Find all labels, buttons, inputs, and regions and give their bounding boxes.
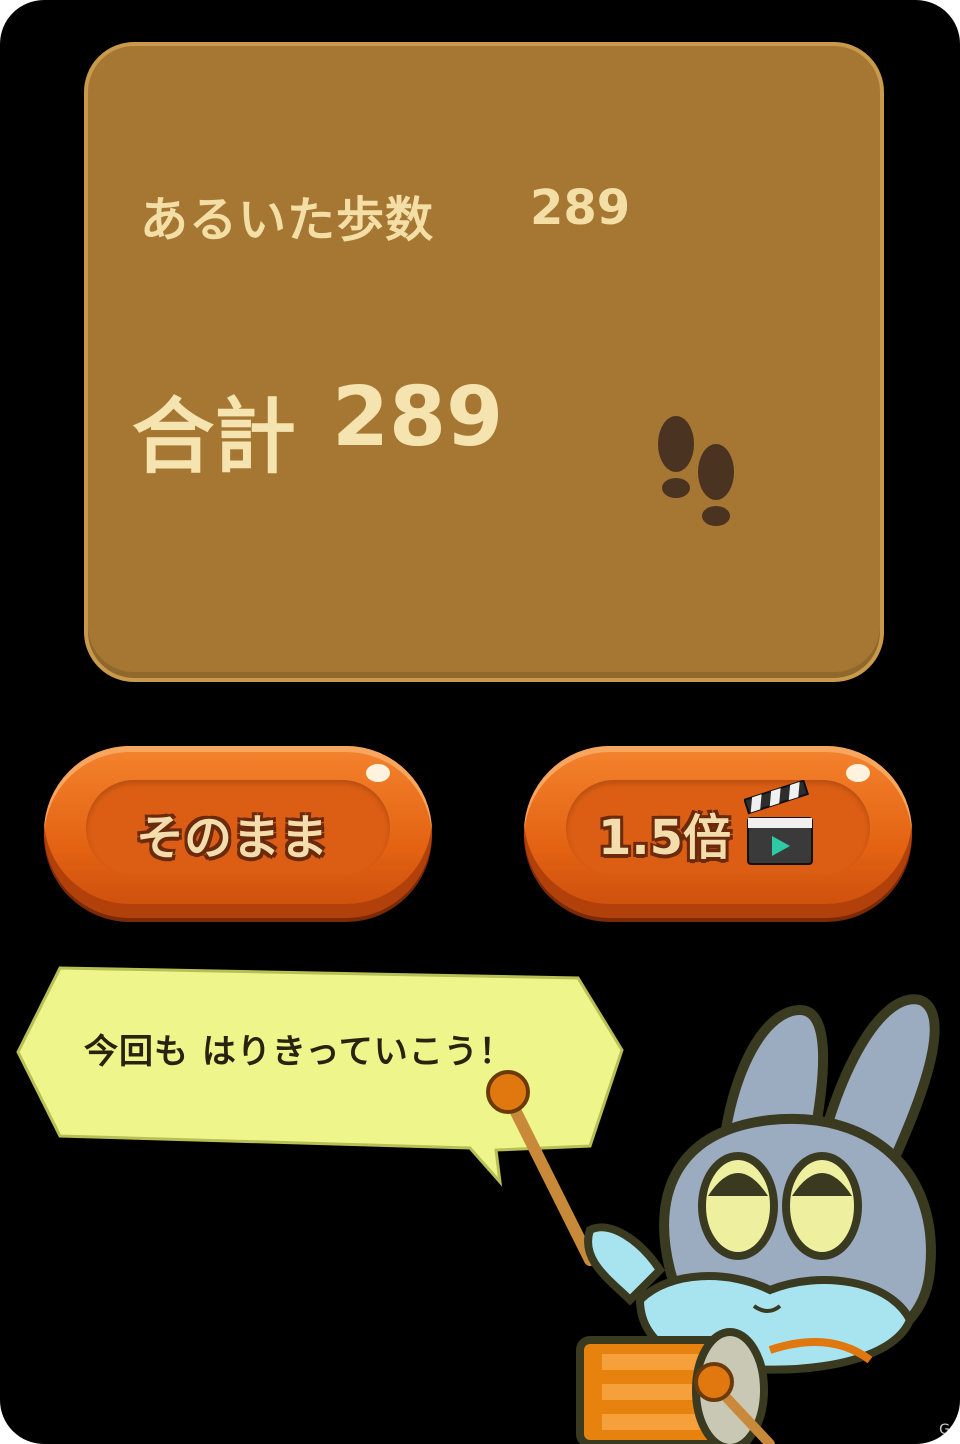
boost-button-label: 1.5倍 xyxy=(598,810,732,866)
steps-label: あるいた歩数 xyxy=(140,192,435,248)
footprints-icon xyxy=(658,416,734,526)
button-shine xyxy=(366,764,390,782)
steps-value: 289 xyxy=(530,180,631,236)
keep-button[interactable]: そのまま xyxy=(44,746,432,918)
boost-button[interactable]: 1.5倍 xyxy=(524,746,912,918)
total-value: 289 xyxy=(332,370,504,465)
speech-bubble-text: 今回も はりきっていこう！ xyxy=(84,1032,514,1072)
watermark-logo: G xyxy=(939,1422,950,1438)
button-shine xyxy=(846,764,870,782)
rabbit-drummer-icon xyxy=(486,994,940,1444)
steps-row: あるいた歩数 289 xyxy=(140,172,660,252)
game-screen: あるいた歩数 289 合計 289 そのまま 1.5倍 今回も はりきっていこう… xyxy=(0,0,960,1444)
total-label: 合計 xyxy=(132,390,297,485)
clapperboard-play-icon xyxy=(744,780,813,865)
keep-button-label: そのまま xyxy=(136,810,329,866)
result-panel xyxy=(84,42,884,682)
